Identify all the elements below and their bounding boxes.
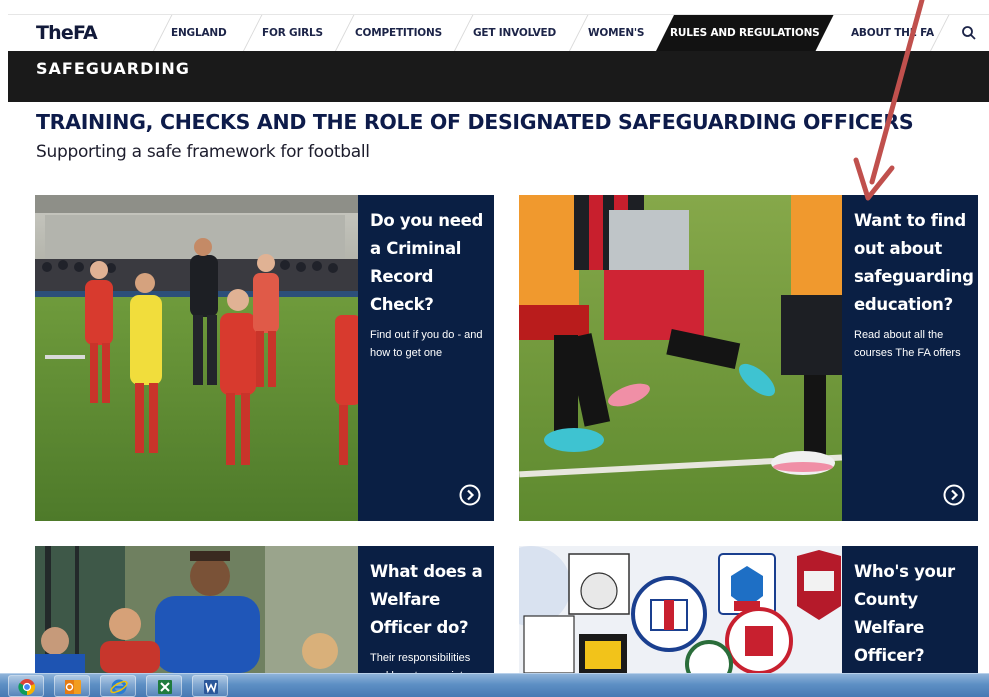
card-panel: Who's your County Welfare Officer? bbox=[842, 546, 978, 673]
card-description: Their responsibilities and how to appoin… bbox=[370, 652, 471, 673]
section-title: SAFEGUARDING bbox=[36, 59, 190, 78]
nav-divider bbox=[153, 15, 173, 51]
excel-icon bbox=[158, 680, 172, 694]
fa-logo[interactable]: TheFA bbox=[36, 22, 98, 44]
nav-divider bbox=[335, 15, 355, 51]
nav-divider bbox=[569, 15, 589, 51]
card-criminal-record-check[interactable]: Do you need a Criminal Record Check? Fin… bbox=[35, 195, 494, 521]
card-safeguarding-education[interactable]: Want to find out about safeguarding educ… bbox=[519, 195, 978, 521]
players-legs-photo bbox=[519, 195, 842, 521]
taskbar-excel[interactable] bbox=[146, 675, 182, 697]
section-header: SAFEGUARDING bbox=[8, 51, 989, 102]
arrow-circle-right-icon[interactable] bbox=[943, 484, 965, 506]
search-icon[interactable] bbox=[961, 25, 977, 41]
coaching-kids-photo bbox=[35, 195, 358, 521]
taskbar-internet-explorer[interactable] bbox=[100, 675, 136, 697]
word-icon bbox=[204, 680, 218, 694]
card-welfare-officer-role[interactable]: What does a Welfare Officer do? Their re… bbox=[35, 546, 494, 673]
nav-for-girls[interactable]: FOR GIRLS bbox=[262, 15, 323, 51]
card-county-welfare-officer[interactable]: Who's your County Welfare Officer? bbox=[519, 546, 978, 673]
windows-taskbar bbox=[0, 673, 989, 697]
card-title[interactable]: Do you need a Criminal Record Check? bbox=[370, 207, 484, 319]
taskbar-word[interactable] bbox=[192, 675, 228, 697]
card-description: Read about all the courses The FA offers bbox=[854, 329, 961, 359]
nav-get-involved[interactable]: GET INVOLVED bbox=[473, 15, 556, 51]
card-description: Find out if you do - and how to get one bbox=[370, 329, 483, 359]
card-panel: What does a Welfare Officer do? Their re… bbox=[358, 546, 494, 673]
card-title[interactable]: Want to find out about safeguarding educ… bbox=[854, 207, 974, 319]
nav-womens[interactable]: WOMEN'S bbox=[588, 15, 644, 51]
page-subtitle: Supporting a safe framework for football bbox=[36, 142, 370, 162]
card-panel: Want to find out about safeguarding educ… bbox=[842, 195, 978, 521]
arrow-circle-right-icon[interactable] bbox=[459, 484, 481, 506]
coach-talking-photo bbox=[35, 546, 358, 673]
taskbar-outlook[interactable] bbox=[54, 675, 90, 697]
card-title[interactable]: What does a Welfare Officer do? bbox=[370, 558, 484, 642]
card-title[interactable]: Who's your County Welfare Officer? bbox=[854, 558, 968, 670]
county-fa-crests-photo bbox=[519, 546, 842, 673]
nav-about-the-fa[interactable]: ABOUT THE FA bbox=[851, 15, 937, 51]
nav-rules-and-regulations[interactable]: RULES AND REGULATIONS bbox=[656, 15, 834, 51]
chrome-icon bbox=[18, 679, 36, 696]
card-panel: Do you need a Criminal Record Check? Fin… bbox=[358, 195, 494, 521]
taskbar-chrome[interactable] bbox=[8, 675, 44, 697]
nav-divider bbox=[454, 15, 474, 51]
nav-england[interactable]: ENGLAND bbox=[171, 15, 227, 51]
nav-divider bbox=[243, 15, 263, 51]
page-title: TRAINING, CHECKS AND THE ROLE OF DESIGNA… bbox=[36, 110, 914, 134]
outlook-icon bbox=[65, 680, 81, 694]
nav-competitions[interactable]: COMPETITIONS bbox=[355, 15, 442, 51]
top-navigation: TheFA ENGLAND FOR GIRLS COMPETITIONS GET… bbox=[8, 14, 989, 51]
internet-explorer-icon bbox=[110, 679, 128, 695]
